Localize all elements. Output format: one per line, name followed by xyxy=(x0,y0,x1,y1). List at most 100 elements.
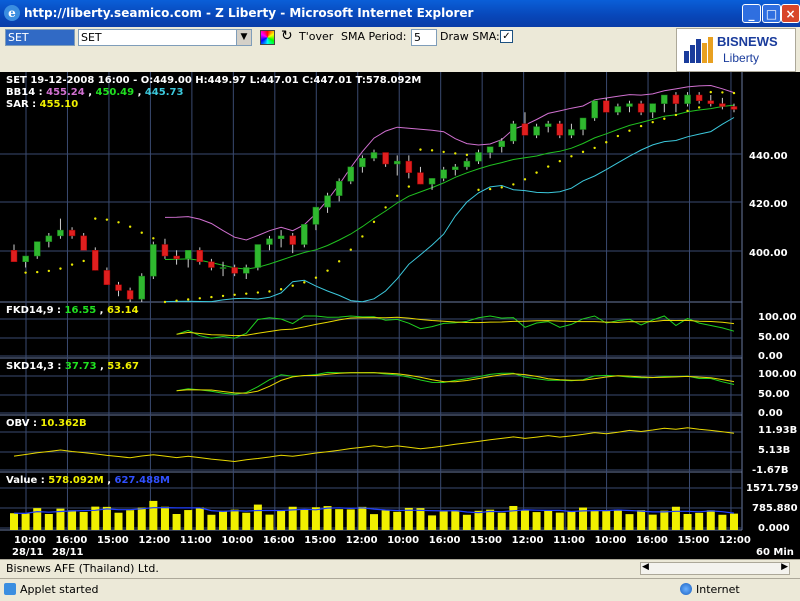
candle-body xyxy=(150,244,157,277)
value-bar xyxy=(323,506,332,530)
sar-dot xyxy=(430,149,434,152)
value-bar xyxy=(416,508,425,530)
candle-body xyxy=(335,181,343,196)
scroll-left-icon[interactable]: ◀ xyxy=(642,562,649,572)
value-bar xyxy=(68,510,77,530)
sar-dot xyxy=(407,185,411,188)
candle-body xyxy=(568,129,575,136)
candle-body xyxy=(80,235,87,251)
interval-label: 60 Min xyxy=(756,547,794,558)
value-bar xyxy=(683,514,692,530)
candle-body xyxy=(138,275,145,300)
time-label: 12:00 xyxy=(719,535,751,546)
sar-dot xyxy=(454,152,457,155)
sar-label: SAR : xyxy=(6,99,36,110)
sar-dot xyxy=(570,155,573,158)
sar-dot xyxy=(384,206,387,209)
candle-body xyxy=(626,103,633,107)
candle-body xyxy=(544,123,552,127)
fkd-label: FKD14,9 : xyxy=(6,305,61,316)
candle-body xyxy=(10,250,18,262)
value-bar xyxy=(497,512,506,530)
candle-body xyxy=(359,158,366,168)
candle-body xyxy=(452,166,459,170)
candle-body xyxy=(533,126,540,136)
candle-body xyxy=(196,250,204,262)
candle-body xyxy=(603,100,610,113)
sar-dot xyxy=(477,188,480,192)
sar-dot xyxy=(337,260,341,263)
close-button[interactable]: × xyxy=(781,4,800,23)
candle-body xyxy=(475,152,482,162)
value-tick-0: 1571.759 xyxy=(746,483,799,494)
candle-body xyxy=(92,250,99,271)
chart-background xyxy=(0,72,742,530)
value-bar xyxy=(277,510,286,530)
candle-body xyxy=(161,244,169,257)
candle-body xyxy=(289,235,296,245)
value-bar xyxy=(428,515,437,530)
sar-dot xyxy=(721,91,724,94)
candle-body xyxy=(103,270,111,285)
value-bar xyxy=(625,514,634,530)
bisnews-logo: BISNEWS Liberty xyxy=(676,28,796,72)
refresh-icon[interactable]: ↻ xyxy=(281,28,293,44)
chart-area[interactable]: SET 19-12-2008 16:00 - O:449.00 H:449.97… xyxy=(0,72,800,559)
time-label: 16:00 xyxy=(263,535,295,546)
candle-body xyxy=(614,106,622,113)
tover-label: T'over xyxy=(299,30,334,43)
value-bar xyxy=(195,507,204,530)
draw-sma-checkbox[interactable]: ✓ xyxy=(500,30,513,43)
candle-body xyxy=(324,195,331,208)
fkd-tick-0: 100.00 xyxy=(758,312,797,323)
value-bar xyxy=(474,510,483,530)
time-label: 12:00 xyxy=(512,535,544,546)
bb-label: BB14 : xyxy=(6,87,43,98)
symbol-select-value: SET xyxy=(81,31,102,44)
value-bar xyxy=(730,513,738,530)
scroll-right-icon[interactable]: ▶ xyxy=(781,562,788,572)
obv-info: OBV : 10.362B xyxy=(6,418,87,429)
candle-body xyxy=(579,117,587,130)
value-bar xyxy=(358,506,367,530)
sma-period-label: SMA Period: xyxy=(341,30,407,43)
time-label: 16:00 xyxy=(636,535,668,546)
value-bar xyxy=(346,509,355,530)
candle-body xyxy=(254,244,262,268)
value-bar xyxy=(10,513,18,530)
candle-body xyxy=(173,255,180,260)
sma-period-input[interactable]: 5 xyxy=(411,29,437,46)
sar-dot xyxy=(268,290,271,293)
value-bar xyxy=(149,500,158,530)
sar-dot xyxy=(163,300,167,304)
sar-dot xyxy=(523,178,527,181)
price-tick-2: 400.00 xyxy=(749,248,788,259)
value-bar xyxy=(660,510,669,530)
globe-icon xyxy=(680,583,692,595)
value-bar xyxy=(613,509,622,530)
horizontal-scrollbar[interactable]: ◀ ▶ xyxy=(640,562,790,575)
chart-grid xyxy=(0,72,743,531)
symbol-input[interactable]: SET xyxy=(5,29,75,46)
value-bar xyxy=(335,509,344,530)
sar-dot xyxy=(140,231,143,234)
obv-tick-1: 5.13B xyxy=(758,445,790,456)
color-palette-icon[interactable] xyxy=(260,30,275,45)
candle-body xyxy=(556,123,564,136)
candle-body xyxy=(684,94,691,104)
sar-dot xyxy=(396,194,399,198)
value-bar xyxy=(381,510,390,530)
sar-dot xyxy=(47,269,51,273)
chevron-down-icon[interactable]: ▼ xyxy=(236,30,251,45)
minimize-button[interactable]: _ xyxy=(742,4,761,23)
maximize-button[interactable]: □ xyxy=(762,4,781,23)
symbol-select[interactable]: SET ▼ xyxy=(78,29,252,46)
sar-dot xyxy=(372,220,376,224)
chart-svg[interactable]: SET 19-12-2008 16:00 - O:449.00 H:449.97… xyxy=(0,72,800,559)
candle-body xyxy=(33,241,41,257)
value-bar xyxy=(311,507,320,530)
sar-dot xyxy=(198,297,202,300)
time-label: 15:00 xyxy=(304,535,336,546)
value-info: Value : 578.092M , 627.488M xyxy=(6,475,170,486)
time-label: 10:00 xyxy=(14,535,46,546)
